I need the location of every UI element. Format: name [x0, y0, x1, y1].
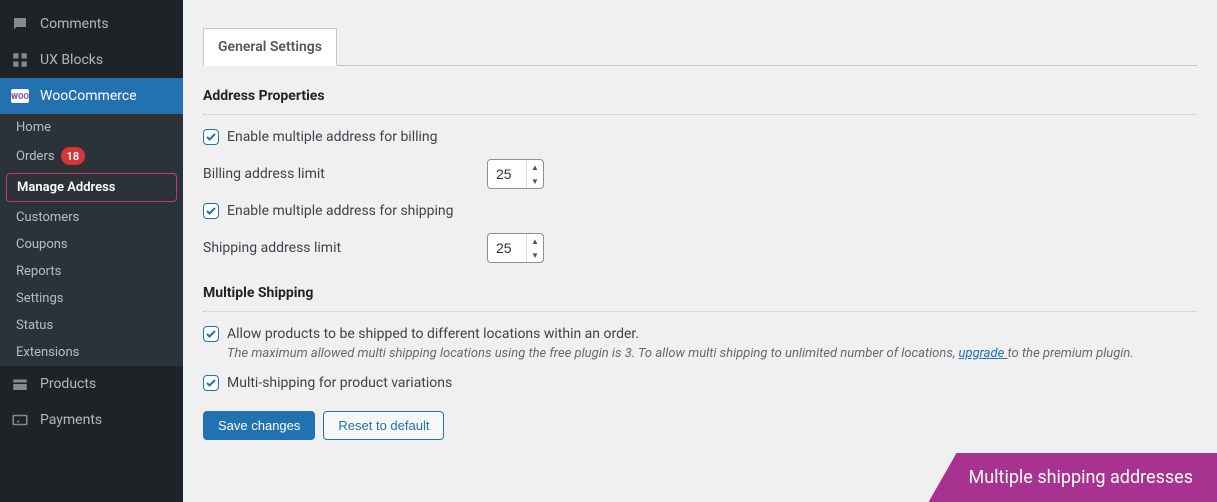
sidebar-sub-orders[interactable]: Orders 18 [0, 141, 183, 171]
checkbox-label: Enable multiple address for shipping [227, 203, 454, 219]
checkbox-icon [203, 129, 219, 145]
checkbox-icon [203, 375, 219, 391]
section-title: Address Properties [203, 88, 1197, 115]
woocommerce-submenu: Home Orders 18 Manage Address Customers … [0, 114, 183, 366]
payments-icon [10, 410, 30, 430]
multiship-description: The maximum allowed multi shipping locat… [203, 346, 1197, 361]
orders-count-badge: 18 [61, 147, 86, 165]
sidebar-item-label: UX Blocks [40, 52, 103, 68]
woocommerce-icon: WOO [10, 86, 30, 106]
enable-shipping-checkbox-row[interactable]: Enable multiple address for shipping [203, 203, 454, 219]
billing-limit-label: Billing address limit [203, 166, 487, 182]
admin-sidebar: Comments UX Blocks WOO WooCommerce Home … [0, 0, 183, 502]
settings-tabs: General Settings [203, 28, 1197, 66]
step-up-icon[interactable]: ▲ [527, 234, 543, 248]
form-actions: Save changes Reset to default [203, 411, 1197, 440]
section-address-properties: Address Properties Enable multiple addre… [203, 88, 1197, 263]
sidebar-item-products[interactable]: Products [0, 366, 183, 402]
shipping-limit-input[interactable]: ▲ ▼ [487, 233, 544, 263]
promo-banner[interactable]: Multiple shipping addresses [929, 453, 1217, 502]
sidebar-item-label: WooCommerce [40, 88, 137, 104]
sidebar-sub-coupons[interactable]: Coupons [0, 231, 183, 258]
sidebar-item-label: Products [40, 376, 96, 392]
sidebar-item-comments[interactable]: Comments [0, 6, 183, 42]
sidebar-item-ux-blocks[interactable]: UX Blocks [0, 42, 183, 78]
shipping-limit-label: Shipping address limit [203, 240, 487, 256]
checkbox-label: Multi-shipping for product variations [227, 375, 452, 391]
shipping-limit-field[interactable] [488, 234, 526, 262]
main-content: General Settings Address Properties Enab… [183, 0, 1217, 502]
step-down-icon[interactable]: ▼ [527, 248, 543, 262]
variations-checkbox-row[interactable]: Multi-shipping for product variations [203, 375, 452, 391]
products-icon [10, 374, 30, 394]
step-up-icon[interactable]: ▲ [527, 160, 543, 174]
sidebar-sub-customers[interactable]: Customers [0, 204, 183, 231]
sidebar-sub-reports[interactable]: Reports [0, 258, 183, 285]
step-down-icon[interactable]: ▼ [527, 174, 543, 188]
enable-billing-checkbox-row[interactable]: Enable multiple address for billing [203, 129, 438, 145]
comment-icon [10, 14, 30, 34]
checkbox-label: Enable multiple address for billing [227, 129, 438, 145]
sidebar-item-payments[interactable]: Payments [0, 402, 183, 438]
sidebar-sub-extensions[interactable]: Extensions [0, 339, 183, 366]
billing-limit-field[interactable] [488, 160, 526, 188]
upgrade-link[interactable]: upgrade [959, 346, 1008, 361]
checkbox-icon [203, 326, 219, 342]
sidebar-item-woocommerce[interactable]: WOO WooCommerce [0, 78, 183, 114]
sidebar-sub-home[interactable]: Home [0, 114, 183, 141]
sidebar-sub-settings[interactable]: Settings [0, 285, 183, 312]
sidebar-item-label: Payments [40, 412, 102, 428]
checkbox-icon [203, 203, 219, 219]
tab-general-settings[interactable]: General Settings [203, 28, 337, 66]
section-multiple-shipping: Multiple Shipping Allow products to be s… [203, 285, 1197, 391]
save-button[interactable]: Save changes [203, 411, 315, 440]
checkbox-label: Allow products to be shipped to differen… [227, 326, 639, 342]
sidebar-item-label: Comments [40, 16, 109, 32]
reset-button[interactable]: Reset to default [323, 411, 444, 440]
allow-multiship-checkbox-row[interactable]: Allow products to be shipped to differen… [203, 326, 639, 342]
sidebar-sub-manage-address[interactable]: Manage Address [6, 173, 177, 202]
section-title: Multiple Shipping [203, 285, 1197, 312]
sidebar-sub-status[interactable]: Status [0, 312, 183, 339]
blocks-icon [10, 50, 30, 70]
billing-limit-input[interactable]: ▲ ▼ [487, 159, 544, 189]
